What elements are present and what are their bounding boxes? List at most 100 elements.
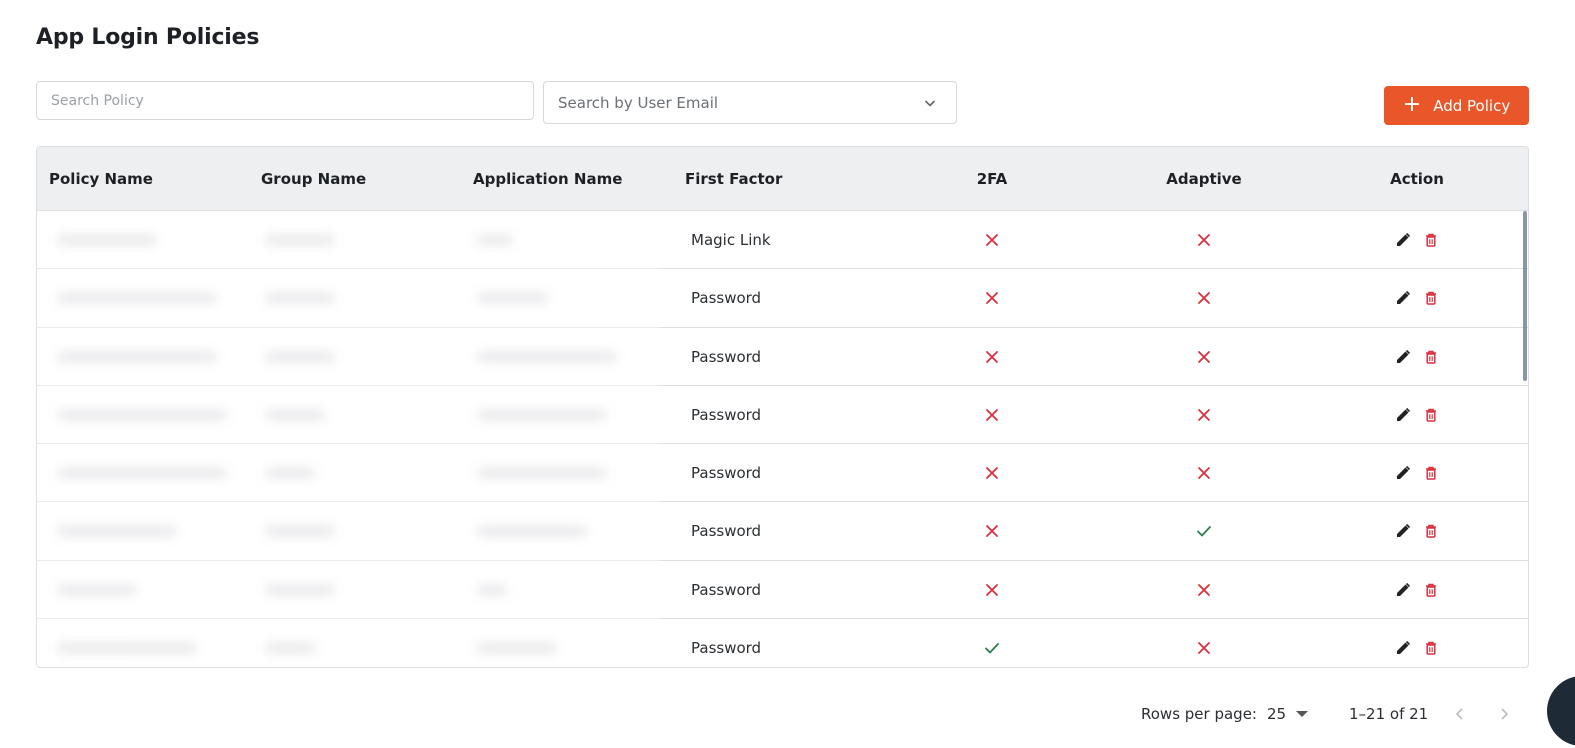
action-cell	[1310, 502, 1524, 560]
redacted-text	[265, 525, 335, 538]
delete-icon[interactable]	[1423, 290, 1439, 306]
column-header-adaptive[interactable]: Adaptive	[1098, 147, 1310, 211]
edit-icon[interactable]	[1395, 407, 1411, 423]
edit-icon[interactable]	[1395, 349, 1411, 365]
rows-per-page-select[interactable]: 25	[1267, 700, 1309, 728]
application-name-cell	[477, 444, 607, 502]
x-icon	[986, 234, 998, 246]
add-policy-button[interactable]: + Add Policy	[1384, 86, 1529, 125]
column-header-group-name[interactable]: Group Name	[261, 147, 366, 211]
check-icon	[985, 643, 999, 654]
group-name-cell	[265, 269, 335, 327]
application-name-cell	[477, 269, 549, 327]
redacted-text	[477, 467, 607, 480]
policy-name-cell	[57, 444, 227, 502]
row-actions	[1395, 349, 1439, 365]
delete-icon[interactable]	[1423, 465, 1439, 481]
group-name-cell	[265, 619, 315, 667]
redacted-text	[265, 642, 315, 655]
policy-name-cell	[57, 386, 227, 444]
rows-per-page-value: 25	[1267, 705, 1287, 723]
redacted-text	[57, 583, 137, 596]
previous-page-button[interactable]	[1446, 700, 1474, 728]
edit-icon[interactable]	[1395, 582, 1411, 598]
table-row: Password	[37, 269, 1528, 328]
redacted-text	[265, 583, 335, 596]
chevron-right-icon	[1501, 708, 1509, 720]
redacted-text	[57, 292, 217, 305]
table-scrollbar[interactable]	[1523, 211, 1527, 381]
delete-icon[interactable]	[1423, 582, 1439, 598]
x-icon	[986, 525, 998, 538]
adaptive-cell	[1098, 386, 1310, 444]
row-actions	[1395, 523, 1439, 539]
policy-name-cell	[57, 619, 197, 667]
action-cell	[1310, 386, 1524, 444]
table-header: Policy Name Group Name Application Name …	[37, 147, 1528, 211]
redacted-text	[477, 292, 549, 305]
edit-icon[interactable]	[1395, 640, 1411, 656]
check-icon	[1197, 526, 1211, 537]
twofa-cell	[886, 444, 1098, 502]
delete-icon[interactable]	[1423, 232, 1439, 248]
chat-launcher-button[interactable]	[1547, 676, 1575, 746]
delete-icon[interactable]	[1423, 349, 1439, 365]
next-page-button[interactable]	[1490, 700, 1518, 728]
first-factor-cell: Password	[691, 405, 762, 424]
twofa-cell	[886, 619, 1098, 667]
redacted-text	[57, 408, 227, 421]
action-cell	[1310, 561, 1524, 619]
column-header-application-name[interactable]: Application Name	[473, 147, 622, 211]
application-name-cell	[477, 561, 507, 619]
rows-per-page-label: Rows per page:	[1141, 705, 1257, 723]
edit-icon[interactable]	[1395, 523, 1411, 539]
table-body: Magic Link Password Password Password Passwo…	[37, 211, 1528, 667]
delete-icon[interactable]	[1423, 407, 1439, 423]
twofa-cell	[886, 561, 1098, 619]
group-name-cell	[265, 502, 335, 560]
x-icon	[1198, 292, 1210, 305]
action-cell	[1310, 269, 1524, 327]
table-row: Magic Link	[37, 211, 1528, 270]
table-row: Password	[37, 328, 1528, 386]
application-name-cell	[477, 328, 617, 386]
redacted-text	[265, 350, 335, 363]
table-row: Password	[37, 502, 1528, 561]
action-cell	[1310, 619, 1524, 667]
group-name-cell	[265, 386, 325, 444]
edit-icon[interactable]	[1395, 290, 1411, 306]
table-row: Password	[37, 561, 1528, 620]
first-factor-cell: Magic Link	[691, 231, 771, 249]
row-actions	[1395, 582, 1439, 598]
group-name-cell	[265, 211, 335, 269]
page-title: App Login Policies	[36, 25, 260, 50]
row-actions	[1395, 232, 1439, 248]
redacted-text	[57, 350, 217, 363]
application-name-cell	[477, 386, 607, 444]
redacted-text	[477, 234, 513, 246]
x-icon	[1198, 642, 1210, 654]
first-factor-cell: Password	[691, 522, 762, 541]
redacted-text	[477, 525, 587, 538]
table-row: Password	[37, 444, 1528, 503]
policy-name-cell	[57, 269, 217, 327]
action-cell	[1310, 211, 1524, 269]
twofa-cell	[886, 502, 1098, 560]
redacted-text	[477, 583, 507, 596]
application-name-cell	[477, 211, 513, 269]
row-actions	[1395, 465, 1439, 481]
edit-icon[interactable]	[1395, 232, 1411, 248]
twofa-cell	[886, 386, 1098, 444]
delete-icon[interactable]	[1423, 523, 1439, 539]
column-header-first-factor[interactable]: First Factor	[685, 147, 782, 211]
column-header-2fa[interactable]: 2FA	[886, 147, 1098, 211]
chevron-left-icon	[1455, 708, 1463, 720]
pagination-range: 1–21 of 21	[1349, 705, 1429, 723]
edit-icon[interactable]	[1395, 465, 1411, 481]
twofa-cell	[886, 211, 1098, 269]
policy-name-cell	[57, 328, 217, 386]
user-email-select[interactable]: Search by User Email	[543, 81, 957, 124]
search-policy-input[interactable]	[36, 81, 534, 120]
column-header-policy-name[interactable]: Policy Name	[49, 147, 153, 211]
delete-icon[interactable]	[1423, 640, 1439, 656]
